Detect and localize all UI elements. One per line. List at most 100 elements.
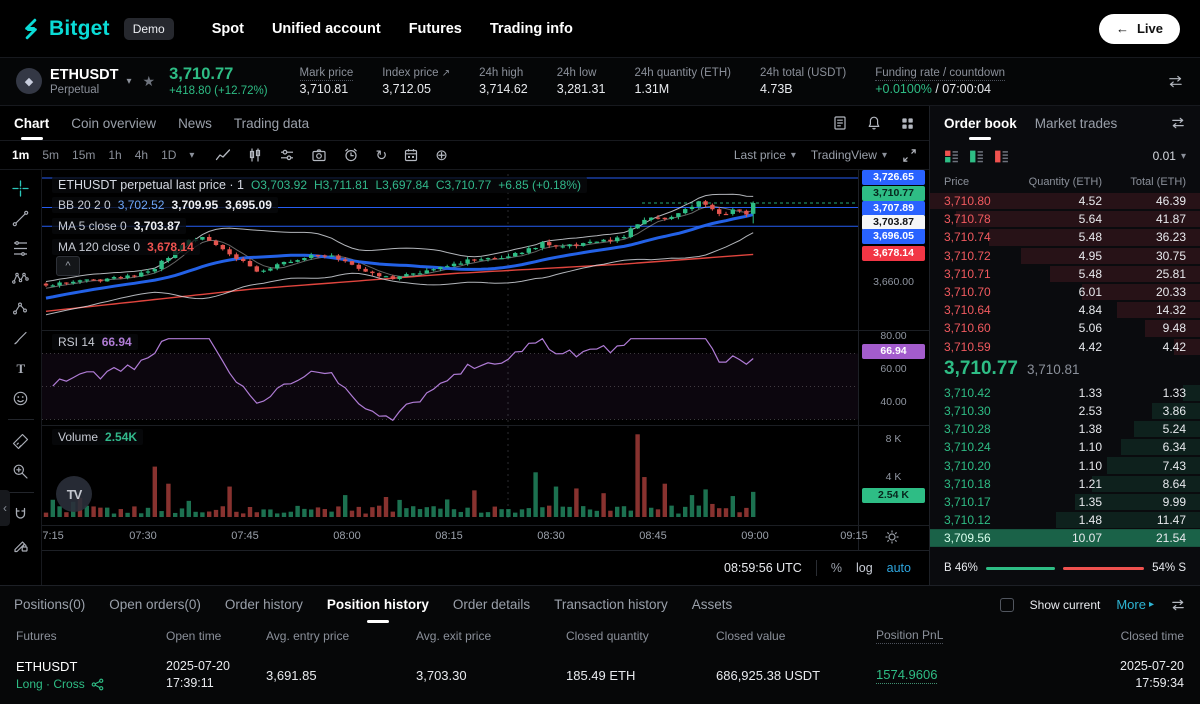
indicators-icon[interactable]	[279, 147, 295, 163]
interval-1m[interactable]: 1m	[12, 148, 29, 162]
orderbook-ask-row[interactable]: 3,710.785.6441.87	[930, 210, 1200, 228]
orderbook-tab-market-trades[interactable]: Market trades	[1035, 106, 1118, 140]
bb-legend[interactable]: BB 20 2 0 3,702.52 3,709.95 3,695.09	[52, 197, 278, 213]
bottom-tab-positions-0[interactable]: Positions(0)	[14, 586, 85, 623]
chart-tab-coin-overview[interactable]: Coin overview	[71, 106, 156, 140]
text-tool-icon[interactable]: T	[12, 359, 30, 377]
orderbook-ask-row[interactable]: 3,710.706.0120.33	[930, 283, 1200, 301]
drawing-lock-pencil-icon[interactable]	[12, 535, 30, 553]
interval-1D[interactable]: 1D	[161, 148, 176, 162]
orderbook-bid-row[interactable]: 3,710.121.4811.47	[930, 511, 1200, 529]
orderbook-ask-row[interactable]: 3,710.745.4836.23	[930, 228, 1200, 246]
chevron-down-icon[interactable]: ▾	[126, 76, 131, 87]
bottom-tab-order-history[interactable]: Order history	[225, 586, 303, 623]
log-scale-toggle[interactable]: log	[856, 561, 873, 575]
more-menu[interactable]: More ▸	[1116, 597, 1154, 612]
bottom-tab-transaction-history[interactable]: Transaction history	[554, 586, 668, 623]
sidebar-collapse-handle[interactable]: ‹	[0, 490, 10, 526]
trend-line-tool-icon[interactable]	[12, 209, 30, 227]
percent-scale-toggle[interactable]: %	[831, 561, 842, 575]
favorite-star-icon[interactable]: ★	[143, 73, 156, 90]
orderbook-bid-row[interactable]: 3,710.281.385.24	[930, 420, 1200, 438]
ohlc-legend[interactable]: ETHUSDT perpetual last price · 1 O3,703.…	[52, 177, 587, 193]
table-settings-icon[interactable]	[1170, 598, 1186, 612]
chart-tab-trading-data[interactable]: Trading data	[234, 106, 309, 140]
chart-tab-chart[interactable]: Chart	[14, 106, 49, 140]
bottom-tab-order-details[interactable]: Order details	[453, 586, 530, 623]
layout-asks-only-icon[interactable]	[994, 149, 1009, 164]
orderbook-bid-row[interactable]: 3,710.241.106.34	[930, 438, 1200, 456]
external-link-icon[interactable]: ↗	[442, 68, 450, 79]
pane-separator[interactable]	[42, 425, 929, 426]
orderbook-bid-row[interactable]: 3,710.201.107.43	[930, 456, 1200, 474]
orderbook-tab-order-book[interactable]: Order book	[944, 106, 1017, 140]
crosshair-tool-icon[interactable]	[12, 179, 30, 197]
orderbook-ask-row[interactable]: 3,710.715.4825.81	[930, 265, 1200, 283]
nav-item-unified-account[interactable]: Unified account	[272, 21, 381, 37]
orderbook-ask-row[interactable]: 3,710.644.8414.32	[930, 301, 1200, 319]
ma5-legend[interactable]: MA 5 close 0 3,703.87	[52, 218, 186, 234]
magnet-tool-icon[interactable]	[12, 505, 30, 523]
orderbook-ask-row[interactable]: 3,710.804.5246.39	[930, 192, 1200, 210]
zoom-in-tool-icon[interactable]	[12, 462, 30, 480]
interval-more-caret-icon[interactable]: ▾	[189, 150, 194, 161]
fullscreen-expand-icon[interactable]	[902, 148, 917, 163]
bottom-tab-position-history[interactable]: Position history	[327, 586, 429, 623]
rsi-legend[interactable]: RSI 14 66.94	[52, 334, 138, 350]
panel-settings-icon[interactable]	[1167, 74, 1184, 89]
price-source-selector[interactable]: Last price▾	[734, 148, 796, 162]
share-icon[interactable]	[91, 678, 104, 691]
bottom-tab-assets[interactable]: Assets	[692, 586, 733, 623]
fib-retracement-tool-icon[interactable]	[12, 239, 30, 257]
replay-refresh-icon[interactable]: ↻	[375, 148, 387, 162]
orderbook-settings-icon[interactable]	[1170, 116, 1186, 130]
price-axis[interactable]: 3,726.653,710.773,707.893,703.873,696.05…	[858, 170, 929, 550]
live-button[interactable]: ← Live	[1099, 14, 1180, 44]
bottom-tab-open-orders-0[interactable]: Open orders(0)	[109, 586, 201, 623]
alert-clock-icon[interactable]	[343, 147, 359, 163]
interval-5m[interactable]: 5m	[42, 148, 59, 162]
pane-separator[interactable]	[42, 330, 929, 331]
apps-grid-icon[interactable]	[900, 116, 915, 131]
layout-both-sides-icon[interactable]	[944, 149, 959, 164]
nav-item-spot[interactable]: Spot	[212, 21, 244, 37]
screenshot-camera-icon[interactable]	[311, 147, 327, 163]
precision-selector[interactable]: 0.01 ▾	[1153, 149, 1186, 163]
chart-area[interactable]: 3,726.653,710.773,707.893,703.873,696.05…	[42, 170, 929, 550]
orderbook-mid-price[interactable]: 3,710.77 3,710.81	[930, 356, 1200, 384]
bitget-logo[interactable]: Bitget	[20, 17, 110, 41]
time-axis[interactable]: 07:1507:3007:4508:0008:1508:3008:4509:00…	[42, 525, 929, 550]
interval-15m[interactable]: 15m	[72, 148, 95, 162]
layout-bids-only-icon[interactable]	[969, 149, 984, 164]
chart-tab-news[interactable]: News	[178, 106, 212, 140]
chart-style-icon[interactable]	[215, 147, 231, 163]
candle-style-icon[interactable]	[247, 147, 263, 163]
orderbook-bid-row[interactable]: 3,710.171.359.99	[930, 493, 1200, 511]
orderbook-bid-row[interactable]: 3,710.421.331.33	[930, 384, 1200, 402]
orderbook-ask-row[interactable]: 3,710.605.069.48	[930, 319, 1200, 337]
add-widget-icon[interactable]: ⊕	[435, 148, 448, 163]
order-list-icon[interactable]	[832, 115, 848, 131]
volume-legend[interactable]: Volume 2.54K	[52, 429, 143, 445]
position-history-row[interactable]: ETHUSDT Long · Cross 2025-07-2017:39:11 …	[0, 649, 1200, 701]
interval-1h[interactable]: 1h	[108, 148, 121, 162]
axis-settings-gear-icon[interactable]	[884, 529, 900, 545]
show-current-checkbox[interactable]	[1000, 598, 1014, 612]
brush-tool-icon[interactable]	[12, 329, 30, 347]
orderbook-ask-row[interactable]: 3,710.724.9530.75	[930, 247, 1200, 265]
symbol-selector[interactable]: ◆ ETHUSDT Perpetual ▾ ★	[16, 67, 155, 96]
calendar-icon[interactable]	[403, 147, 419, 163]
orderbook-bid-row[interactable]: 3,710.302.533.86	[930, 402, 1200, 420]
collapse-indicators-button[interactable]: ^	[56, 256, 80, 276]
orderbook-bid-row[interactable]: 3,709.5610.0721.54	[930, 529, 1200, 547]
orderbook-ask-row[interactable]: 3,710.594.424.42	[930, 338, 1200, 356]
auto-scale-toggle[interactable]: auto	[887, 561, 911, 575]
emoji-tool-icon[interactable]	[12, 389, 30, 407]
projection-tool-icon[interactable]	[12, 299, 30, 317]
chart-vendor-selector[interactable]: TradingView▾	[811, 148, 887, 162]
nav-item-futures[interactable]: Futures	[409, 21, 462, 37]
xabcd-pattern-tool-icon[interactable]	[12, 269, 30, 287]
ma120-legend[interactable]: MA 120 close 0 3,678.14	[52, 239, 200, 255]
ruler-measure-tool-icon[interactable]	[12, 432, 30, 450]
bell-icon[interactable]	[866, 115, 882, 131]
